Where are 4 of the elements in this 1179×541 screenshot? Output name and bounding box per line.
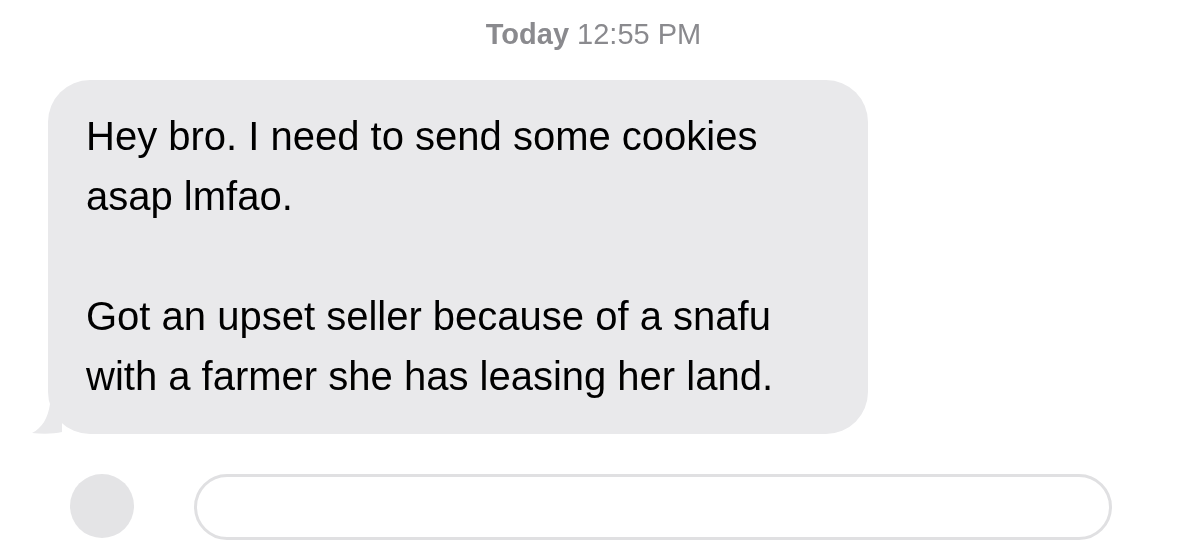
message-text: Hey bro. I need to send some cookies asap lmfao. [86, 113, 759, 220]
message-timestamp: Today 12:55 PM [485, 17, 702, 52]
message-text: Got an upset seller because of a snafu with a farmer she has leasing her land. [86, 293, 775, 400]
message-bubble[interactable]: Hey bro. I need to send some cookies asap lmfao. Got an upset seller because of a snafu with a farmer she has leasing her land. [48, 80, 868, 434]
